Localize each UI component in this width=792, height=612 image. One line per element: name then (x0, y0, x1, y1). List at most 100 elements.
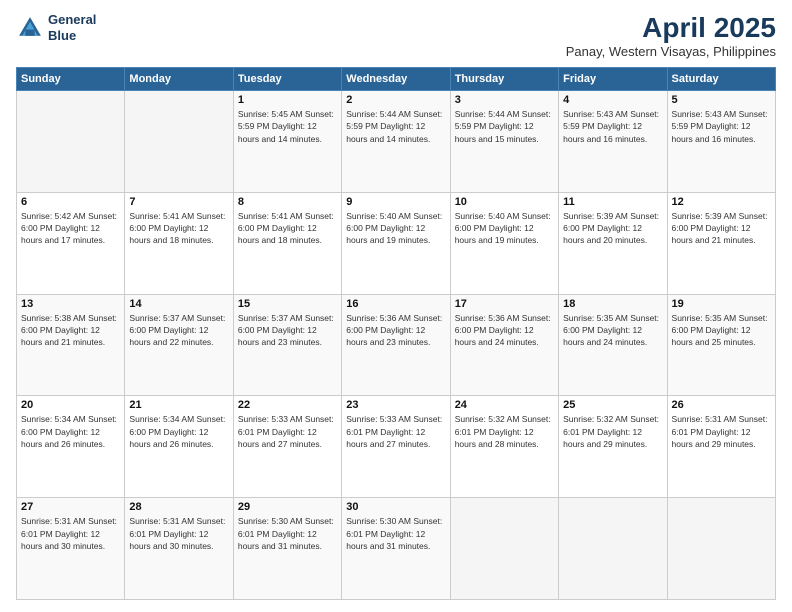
calendar-cell (450, 498, 558, 600)
day-info: Sunrise: 5:31 AM Sunset: 6:01 PM Dayligh… (129, 515, 228, 552)
calendar-cell: 11 Sunrise: 5:39 AM Sunset: 6:00 PM Dayli… (559, 192, 667, 294)
calendar-cell: 10Sunrise: 5:40 AM Sunset: 6:00 PM Dayli… (450, 192, 558, 294)
day-number: 8 (238, 196, 337, 208)
day-number: 24 (455, 399, 554, 411)
calendar-cell: 5Sunrise: 5:43 AM Sunset: 5:59 PM Daylig… (667, 91, 775, 193)
day-info: Sunrise: 5:45 AM Sunset: 5:59 PM Dayligh… (238, 108, 337, 145)
week-row-2: 6Sunrise: 5:42 AM Sunset: 6:00 PM Daylig… (17, 192, 776, 294)
calendar-cell: 29 Sunrise: 5:30 AM Sunset: 6:01 PM Dayli… (233, 498, 341, 600)
calendar-cell: 4Sunrise: 5:43 AM Sunset: 5:59 PM Daylig… (559, 91, 667, 193)
day-number: 16 (346, 298, 445, 310)
calendar-cell: 14Sunrise: 5:37 AM Sunset: 6:00 PM Dayli… (125, 294, 233, 396)
header: General Blue April 2025 Panay, Western V… (16, 12, 776, 59)
col-header-thursday: Thursday (450, 68, 558, 91)
day-info: Sunrise: 5:31 AM Sunset: 6:01 PM Dayligh… (21, 515, 120, 552)
logo: General Blue (16, 12, 96, 43)
day-info: Sunrise: 5:39 AM Sunset: 6:00 PM Dayligh… (672, 210, 771, 247)
calendar-cell (667, 498, 775, 600)
day-number: 5 (672, 94, 771, 106)
day-info: Sunrise: 5:41 AM Sunset: 6:00 PM Dayligh… (129, 210, 228, 247)
logo-line1: General (48, 12, 96, 27)
calendar-cell: 28 Sunrise: 5:31 AM Sunset: 6:01 PM Dayli… (125, 498, 233, 600)
week-row-4: 20Sunrise: 5:34 AM Sunset: 6:00 PM Dayli… (17, 396, 776, 498)
day-number: 13 (21, 298, 120, 310)
subtitle: Panay, Western Visayas, Philippines (566, 44, 776, 59)
day-info: Sunrise: 5:37 AM Sunset: 6:00 PM Dayligh… (238, 312, 337, 349)
col-header-monday: Monday (125, 68, 233, 91)
day-number: 22 (238, 399, 337, 411)
calendar-cell (559, 498, 667, 600)
calendar-cell: 27 Sunrise: 5:31 AM Sunset: 6:01 PM Dayli… (17, 498, 125, 600)
day-info: Sunrise: 5:38 AM Sunset: 6:00 PM Dayligh… (21, 312, 120, 349)
col-header-wednesday: Wednesday (342, 68, 450, 91)
calendar-cell: 26 Sunrise: 5:31 AM Sunset: 6:01 PM Dayli… (667, 396, 775, 498)
day-info: Sunrise: 5:40 AM Sunset: 6:00 PM Dayligh… (346, 210, 445, 247)
day-info: Sunrise: 5:32 AM Sunset: 6:01 PM Dayligh… (455, 413, 554, 450)
day-number: 2 (346, 94, 445, 106)
day-info: Sunrise: 5:30 AM Sunset: 6:01 PM Dayligh… (346, 515, 445, 552)
day-info: Sunrise: 5:44 AM Sunset: 5:59 PM Dayligh… (346, 108, 445, 145)
calendar-cell: 7 Sunrise: 5:41 AM Sunset: 6:00 PM Daylig… (125, 192, 233, 294)
calendar-cell: 16 Sunrise: 5:36 AM Sunset: 6:00 PM Dayli… (342, 294, 450, 396)
day-info: Sunrise: 5:33 AM Sunset: 6:01 PM Dayligh… (346, 413, 445, 450)
calendar-cell: 12 Sunrise: 5:39 AM Sunset: 6:00 PM Dayli… (667, 192, 775, 294)
calendar-cell: 8Sunrise: 5:41 AM Sunset: 6:00 PM Daylig… (233, 192, 341, 294)
day-number: 10 (455, 196, 554, 208)
day-info: Sunrise: 5:34 AM Sunset: 6:00 PM Dayligh… (129, 413, 228, 450)
day-info: Sunrise: 5:33 AM Sunset: 6:01 PM Dayligh… (238, 413, 337, 450)
calendar-cell: 18Sunrise: 5:35 AM Sunset: 6:00 PM Dayli… (559, 294, 667, 396)
col-header-sunday: Sunday (17, 68, 125, 91)
day-number: 15 (238, 298, 337, 310)
day-info: Sunrise: 5:44 AM Sunset: 5:59 PM Dayligh… (455, 108, 554, 145)
day-number: 23 (346, 399, 445, 411)
day-number: 28 (129, 501, 228, 513)
week-row-5: 27 Sunrise: 5:31 AM Sunset: 6:01 PM Dayli… (17, 498, 776, 600)
calendar-cell: 6Sunrise: 5:42 AM Sunset: 6:00 PM Daylig… (17, 192, 125, 294)
day-info: Sunrise: 5:30 AM Sunset: 6:01 PM Dayligh… (238, 515, 337, 552)
day-info: Sunrise: 5:34 AM Sunset: 6:00 PM Dayligh… (21, 413, 120, 450)
main-title: April 2025 (566, 12, 776, 44)
day-info: Sunrise: 5:35 AM Sunset: 6:00 PM Dayligh… (672, 312, 771, 349)
day-number: 11 (563, 196, 662, 208)
day-info: Sunrise: 5:36 AM Sunset: 6:00 PM Dayligh… (455, 312, 554, 349)
day-info: Sunrise: 5:31 AM Sunset: 6:01 PM Dayligh… (672, 413, 771, 450)
col-header-tuesday: Tuesday (233, 68, 341, 91)
calendar-cell: 17 Sunrise: 5:36 AM Sunset: 6:00 PM Dayli… (450, 294, 558, 396)
calendar-cell: 2 Sunrise: 5:44 AM Sunset: 5:59 PM Daylig… (342, 91, 450, 193)
day-number: 12 (672, 196, 771, 208)
calendar-cell: 23 Sunrise: 5:33 AM Sunset: 6:01 PM Dayli… (342, 396, 450, 498)
calendar-cell: 13 Sunrise: 5:38 AM Sunset: 6:00 PM Dayli… (17, 294, 125, 396)
day-number: 3 (455, 94, 554, 106)
calendar-cell: 22 Sunrise: 5:33 AM Sunset: 6:01 PM Dayli… (233, 396, 341, 498)
logo-icon (16, 14, 44, 42)
calendar-table: SundayMondayTuesdayWednesdayThursdayFrid… (16, 67, 776, 600)
day-number: 9 (346, 196, 445, 208)
week-row-1: 1 Sunrise: 5:45 AM Sunset: 5:59 PM Daylig… (17, 91, 776, 193)
day-number: 4 (563, 94, 662, 106)
calendar-cell: 20Sunrise: 5:34 AM Sunset: 6:00 PM Dayli… (17, 396, 125, 498)
calendar-cell: 30 Sunrise: 5:30 AM Sunset: 6:01 PM Dayli… (342, 498, 450, 600)
day-number: 26 (672, 399, 771, 411)
day-number: 1 (238, 94, 337, 106)
col-header-saturday: Saturday (667, 68, 775, 91)
day-info: Sunrise: 5:32 AM Sunset: 6:01 PM Dayligh… (563, 413, 662, 450)
week-row-3: 13 Sunrise: 5:38 AM Sunset: 6:00 PM Dayli… (17, 294, 776, 396)
day-info: Sunrise: 5:39 AM Sunset: 6:00 PM Dayligh… (563, 210, 662, 247)
day-number: 6 (21, 196, 120, 208)
logo-text: General Blue (48, 12, 96, 43)
day-info: Sunrise: 5:36 AM Sunset: 6:00 PM Dayligh… (346, 312, 445, 349)
calendar-cell: 25Sunrise: 5:32 AM Sunset: 6:01 PM Dayli… (559, 396, 667, 498)
page: General Blue April 2025 Panay, Western V… (0, 0, 792, 612)
calendar-cell: 9 Sunrise: 5:40 AM Sunset: 6:00 PM Daylig… (342, 192, 450, 294)
day-number: 17 (455, 298, 554, 310)
day-number: 27 (21, 501, 120, 513)
logo-line2: Blue (48, 28, 76, 43)
day-number: 29 (238, 501, 337, 513)
calendar-cell (125, 91, 233, 193)
day-info: Sunrise: 5:35 AM Sunset: 6:00 PM Dayligh… (563, 312, 662, 349)
day-number: 30 (346, 501, 445, 513)
day-number: 19 (672, 298, 771, 310)
title-block: April 2025 Panay, Western Visayas, Phili… (566, 12, 776, 59)
calendar-cell: 21Sunrise: 5:34 AM Sunset: 6:00 PM Dayli… (125, 396, 233, 498)
day-number: 7 (129, 196, 228, 208)
